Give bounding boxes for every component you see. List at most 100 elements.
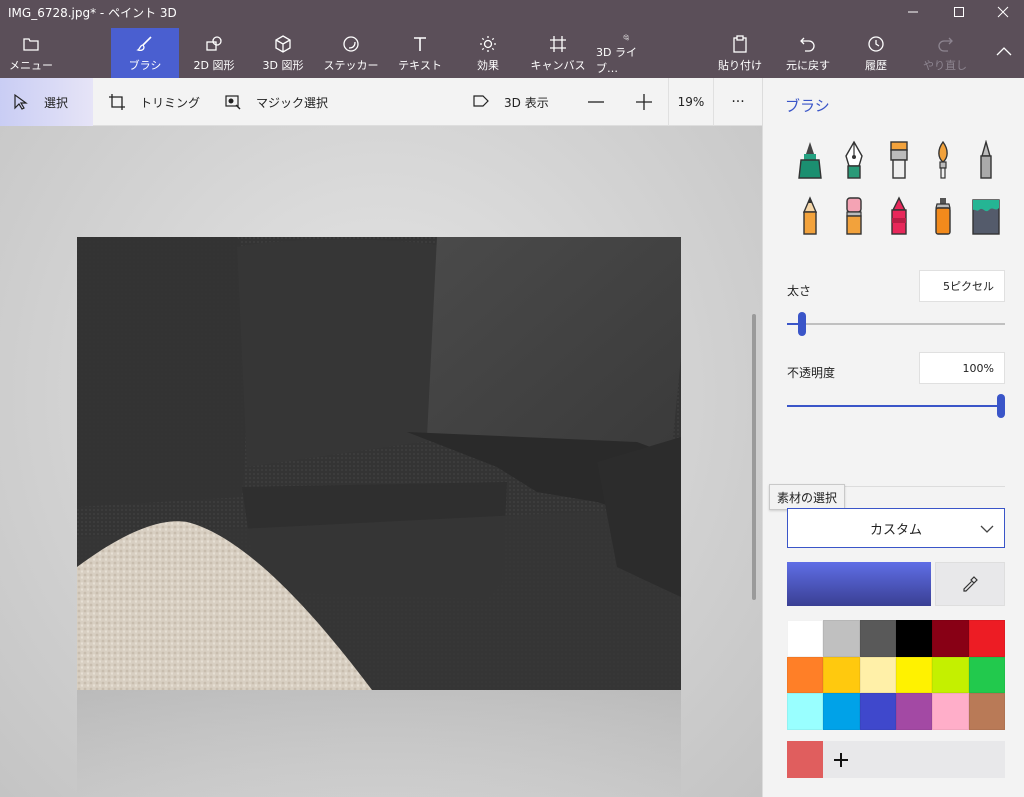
canvas-scrollbar[interactable] bbox=[752, 314, 756, 600]
opacity-input[interactable]: 100% bbox=[919, 352, 1005, 384]
palette-swatch[interactable] bbox=[895, 620, 933, 657]
custom-color-swatch[interactable] bbox=[787, 741, 823, 778]
palette-swatch[interactable] bbox=[968, 656, 1005, 694]
palette-swatch[interactable] bbox=[859, 693, 896, 730]
magic-select-label: マジック選択 bbox=[256, 95, 329, 110]
paste-button[interactable]: 貼り付け bbox=[714, 28, 766, 76]
crop-icon bbox=[109, 94, 125, 110]
palette-swatch[interactable] bbox=[932, 693, 969, 730]
minimize-button[interactable] bbox=[890, 0, 936, 24]
chevron-up-icon bbox=[996, 47, 1012, 56]
oil-brush-icon[interactable] bbox=[884, 140, 914, 180]
palette-swatch[interactable] bbox=[968, 693, 1005, 730]
maximize-button[interactable] bbox=[936, 0, 982, 24]
collapse-toolbar-button[interactable] bbox=[990, 28, 1018, 76]
calligraphy-pen-icon[interactable] bbox=[839, 140, 869, 180]
redo-icon bbox=[938, 37, 953, 52]
tool-2d-shapes[interactable]: 2D 図形 bbox=[186, 28, 242, 76]
palette-swatch[interactable] bbox=[823, 693, 860, 730]
palette-swatch[interactable] bbox=[895, 656, 933, 694]
zoom-in-button[interactable] bbox=[634, 78, 654, 126]
tool-label: 効果 bbox=[477, 59, 499, 72]
slider-thumb[interactable] bbox=[798, 312, 806, 336]
crayon-icon[interactable] bbox=[884, 196, 914, 236]
tool-stickers[interactable]: ステッカー bbox=[322, 28, 380, 76]
3d-shapes-icon bbox=[275, 35, 291, 53]
palette-swatch[interactable] bbox=[823, 620, 860, 657]
palette-swatch[interactable] bbox=[787, 620, 824, 657]
watercolor-brush-icon[interactable] bbox=[928, 140, 958, 180]
tool-brush[interactable]: ブラシ bbox=[111, 28, 179, 78]
history-label: 履歴 bbox=[865, 59, 887, 72]
palette-swatch[interactable] bbox=[932, 620, 969, 657]
zoom-out-button[interactable] bbox=[586, 78, 606, 126]
view-3d-icon bbox=[473, 95, 489, 107]
spray-can-icon[interactable] bbox=[928, 196, 958, 236]
plus-icon bbox=[636, 94, 652, 110]
palette-swatch[interactable] bbox=[823, 656, 860, 694]
palette-swatch[interactable] bbox=[787, 693, 824, 730]
crop-button[interactable]: トリミング bbox=[108, 78, 200, 126]
slider-thumb[interactable] bbox=[997, 394, 1005, 418]
redo-label: やり直し bbox=[923, 59, 967, 72]
fill-bucket-icon[interactable] bbox=[971, 196, 1001, 236]
zoom-level[interactable]: 19% bbox=[668, 78, 714, 126]
material-dropdown[interactable]: カスタム bbox=[787, 508, 1005, 548]
thickness-label: 太さ bbox=[787, 284, 812, 298]
pencil-icon[interactable] bbox=[795, 196, 825, 236]
canvas-photo[interactable] bbox=[77, 237, 681, 690]
redo-button[interactable]: やり直し bbox=[918, 28, 972, 76]
zoom-level-value: 19% bbox=[677, 95, 705, 109]
marker-brush-icon[interactable] bbox=[795, 140, 825, 180]
more-button[interactable]: ··· bbox=[722, 78, 754, 126]
tool-effects[interactable]: 効果 bbox=[462, 28, 514, 76]
add-color-button[interactable] bbox=[823, 741, 859, 778]
tool-label: ステッカー bbox=[323, 59, 379, 72]
palette-swatch[interactable] bbox=[859, 620, 896, 657]
pixel-pen-icon[interactable] bbox=[971, 140, 1001, 180]
magic-select-button[interactable]: マジック選択 bbox=[224, 78, 328, 126]
tool-3d-library[interactable]: 3D ライブ… bbox=[596, 28, 656, 76]
3d-library-icon bbox=[623, 34, 629, 41]
close-button[interactable] bbox=[980, 0, 1024, 24]
tool-label: 3D ライブ… bbox=[596, 46, 637, 75]
title-bar: IMG_6728.jpg* - ペイント 3D bbox=[0, 0, 1024, 24]
history-button[interactable]: 履歴 bbox=[852, 28, 900, 76]
opacity-slider[interactable] bbox=[787, 394, 1005, 418]
color-palette bbox=[787, 620, 1005, 730]
material-value: カスタム bbox=[869, 522, 922, 538]
select-button[interactable]: 選択 bbox=[0, 78, 93, 126]
brush-panel: ブラシ 太さ 5ピクセル 不透明度 100% 素材の選択 カスタム bbox=[762, 78, 1024, 797]
menu-button[interactable]: メニュー bbox=[6, 28, 56, 76]
minimize-icon bbox=[908, 11, 918, 13]
canvas-area[interactable] bbox=[0, 126, 762, 797]
tool-canvas[interactable]: キャンバス bbox=[528, 28, 588, 76]
paste-label: 貼り付け bbox=[718, 59, 762, 72]
palette-swatch[interactable] bbox=[787, 656, 824, 694]
eyedropper-button[interactable] bbox=[935, 562, 1005, 606]
thickness-slider[interactable] bbox=[787, 312, 1005, 336]
undo-button[interactable]: 元に戻す bbox=[780, 28, 836, 76]
tool-text[interactable]: テキスト bbox=[392, 28, 448, 76]
tool-label: ブラシ bbox=[128, 59, 162, 72]
menu-label: メニュー bbox=[9, 59, 53, 72]
eraser-icon[interactable] bbox=[839, 196, 869, 236]
history-icon bbox=[868, 36, 884, 52]
tool-3d-shapes[interactable]: 3D 図形 bbox=[255, 28, 311, 76]
magic-select-icon bbox=[225, 95, 241, 110]
panel-title: ブラシ bbox=[785, 97, 830, 115]
palette-swatch[interactable] bbox=[932, 656, 969, 694]
tool-label: テキスト bbox=[398, 59, 442, 72]
current-color-swatch[interactable] bbox=[787, 562, 931, 606]
palette-swatch[interactable] bbox=[859, 656, 896, 694]
thickness-input[interactable]: 5ピクセル bbox=[919, 270, 1005, 302]
tooltip-text: 素材の選択 bbox=[777, 490, 838, 505]
tool-label: キャンバス bbox=[530, 59, 586, 72]
chevron-down-icon bbox=[980, 525, 994, 533]
palette-swatch[interactable] bbox=[968, 620, 1005, 657]
select-label: 選択 bbox=[44, 95, 69, 110]
crop-label: トリミング bbox=[140, 95, 201, 110]
palette-swatch[interactable] bbox=[895, 693, 933, 730]
more-icon: ··· bbox=[731, 94, 745, 110]
view-3d-button[interactable]: 3D 表示 bbox=[472, 78, 549, 126]
